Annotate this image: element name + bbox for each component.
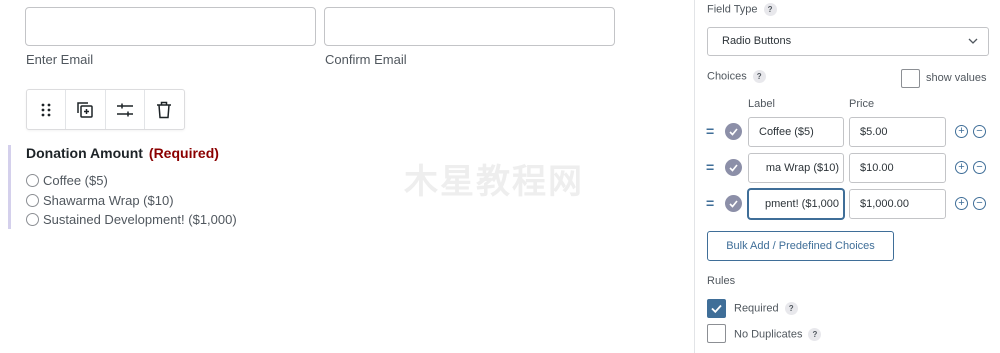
field-type-label-text: Field Type xyxy=(707,3,758,16)
field-toolbar xyxy=(26,89,185,130)
radio-button[interactable] xyxy=(26,194,39,207)
help-icon[interactable]: ? xyxy=(763,3,777,16)
duplicate-button[interactable] xyxy=(66,90,106,129)
choice-price-input[interactable]: $10.00 xyxy=(849,153,946,183)
required-indicator: (Required) xyxy=(148,145,219,161)
confirm-email-input[interactable] xyxy=(324,7,615,46)
confirm-email-label: Confirm Email xyxy=(325,52,407,67)
field-title-text: Donation Amount xyxy=(26,145,143,161)
delete-button[interactable] xyxy=(145,90,184,129)
field-type-label: Field Type? xyxy=(707,3,777,16)
required-label-text: Required xyxy=(734,302,779,315)
watermark: 木星教程网 xyxy=(404,162,584,202)
no-duplicates-checkbox[interactable] xyxy=(707,324,726,343)
selected-field-indicator xyxy=(8,145,11,229)
show-values-label: show values xyxy=(926,72,987,84)
choice-label-input[interactable]: Coffee ($5) xyxy=(748,117,844,147)
chevron-down-icon xyxy=(968,38,978,44)
trash-icon xyxy=(157,101,172,118)
radio-option[interactable]: Sustained Development! ($1,000) xyxy=(26,212,237,227)
settings-button[interactable] xyxy=(106,90,145,129)
default-choice-toggle[interactable] xyxy=(725,159,742,176)
field-type-value: Radio Buttons xyxy=(722,35,792,47)
add-choice-button[interactable]: + xyxy=(955,197,968,210)
no-duplicates-label-text: No Duplicates xyxy=(734,328,803,341)
field-title: Donation Amount (Required) xyxy=(26,145,219,161)
choice-label-input[interactable]: ma Wrap ($10) xyxy=(748,153,844,183)
radio-button[interactable] xyxy=(26,174,39,187)
no-duplicates-label: No Duplicates? xyxy=(734,328,822,341)
radio-option-label: Coffee ($5) xyxy=(43,173,108,188)
drag-handle-button[interactable] xyxy=(27,90,67,129)
drag-handle-icon[interactable]: = xyxy=(706,159,714,175)
form-canvas: Enter Email Confirm Email Donation Amoun… xyxy=(0,0,694,353)
duplicate-icon xyxy=(77,101,94,118)
rules-label: Rules xyxy=(707,275,736,287)
label-column-header: Label xyxy=(748,98,775,110)
required-checkbox[interactable] xyxy=(707,299,726,318)
remove-choice-button[interactable]: − xyxy=(973,197,986,210)
radio-option-label: Sustained Development! ($1,000) xyxy=(43,212,237,227)
add-choice-button[interactable]: + xyxy=(955,125,968,138)
choice-price-input[interactable]: $5.00 xyxy=(849,117,946,147)
settings-icon xyxy=(116,103,133,116)
radio-option[interactable]: Coffee ($5) xyxy=(26,173,108,188)
required-label: Required? xyxy=(734,302,798,315)
check-icon xyxy=(729,163,738,172)
default-choice-toggle[interactable] xyxy=(725,195,742,212)
help-icon[interactable]: ? xyxy=(808,328,822,341)
price-column-header: Price xyxy=(849,98,875,110)
drag-handle-icon[interactable]: = xyxy=(706,123,714,139)
show-values-checkbox[interactable] xyxy=(901,69,920,88)
add-choice-button[interactable]: + xyxy=(955,161,968,174)
choice-price-input[interactable]: $1,000.00 xyxy=(849,189,946,219)
radio-option[interactable]: Shawarma Wrap ($10) xyxy=(26,193,174,208)
check-icon xyxy=(711,304,722,314)
help-icon[interactable]: ? xyxy=(784,302,798,315)
remove-choice-button[interactable]: − xyxy=(973,161,986,174)
radio-option-label: Shawarma Wrap ($10) xyxy=(43,193,174,208)
choices-label-text: Choices xyxy=(707,70,747,83)
choices-label: Choices? xyxy=(707,70,766,83)
check-icon xyxy=(729,127,738,136)
choice-label-input[interactable]: pment! ($1,000 xyxy=(748,189,844,219)
radio-button[interactable] xyxy=(26,213,39,226)
email-input[interactable] xyxy=(25,7,316,46)
default-choice-toggle[interactable] xyxy=(725,123,742,140)
field-type-select[interactable]: Radio Buttons xyxy=(707,27,989,56)
bulk-add-button[interactable]: Bulk Add / Predefined Choices xyxy=(707,231,894,261)
remove-choice-button[interactable]: − xyxy=(973,125,986,138)
email-label: Enter Email xyxy=(26,52,94,67)
drag-handle-icon xyxy=(41,103,51,116)
check-icon xyxy=(729,199,738,208)
drag-handle-icon[interactable]: = xyxy=(706,195,714,211)
help-icon[interactable]: ? xyxy=(752,70,766,83)
